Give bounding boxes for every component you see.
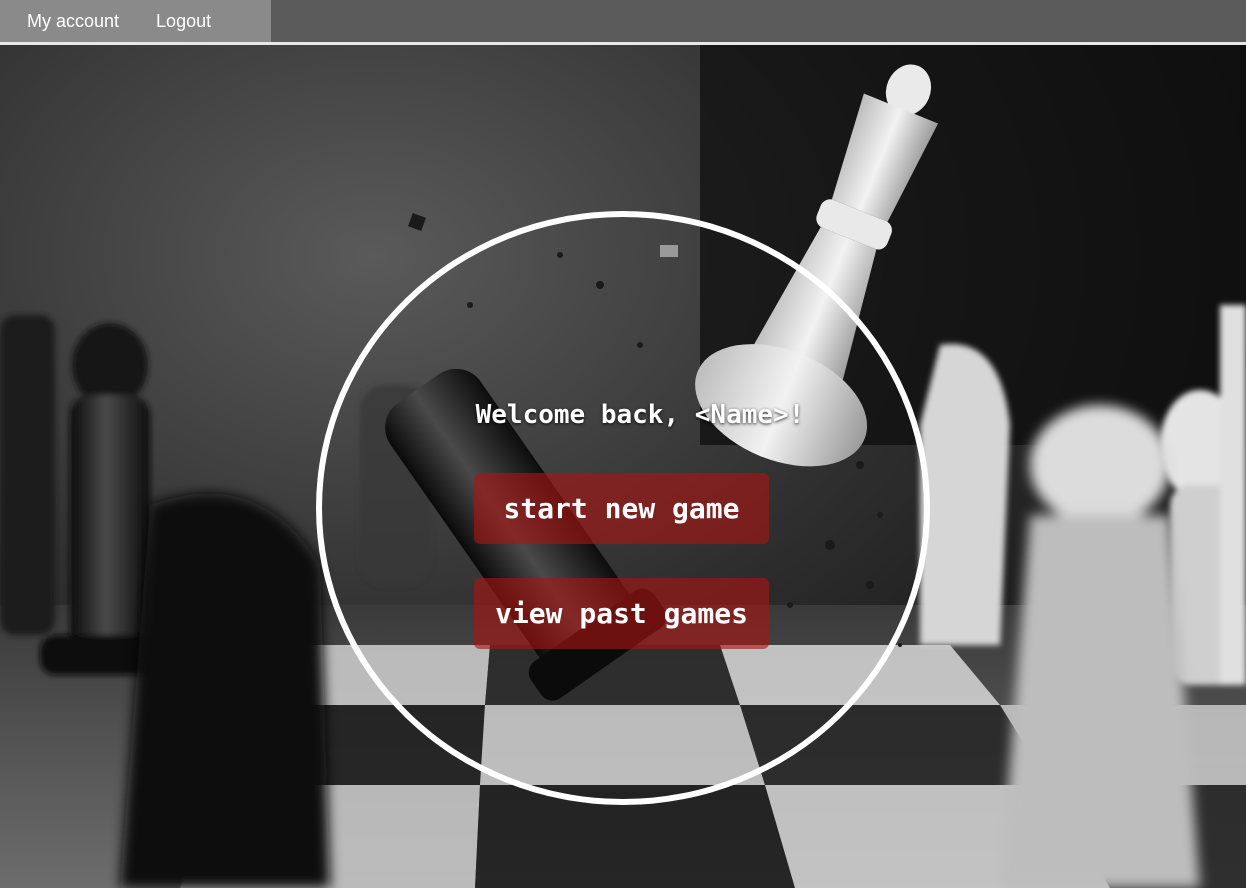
view-past-games-button[interactable]: view past games — [474, 578, 769, 649]
my-account-link[interactable]: My account — [27, 11, 119, 32]
logout-link[interactable]: Logout — [156, 11, 211, 32]
nav-links: My account Logout — [0, 0, 271, 42]
start-new-game-button[interactable]: start new game — [474, 473, 769, 544]
top-navbar: My account Logout — [0, 0, 1246, 45]
welcome-message: Welcome back, <Name>! — [475, 400, 805, 430]
